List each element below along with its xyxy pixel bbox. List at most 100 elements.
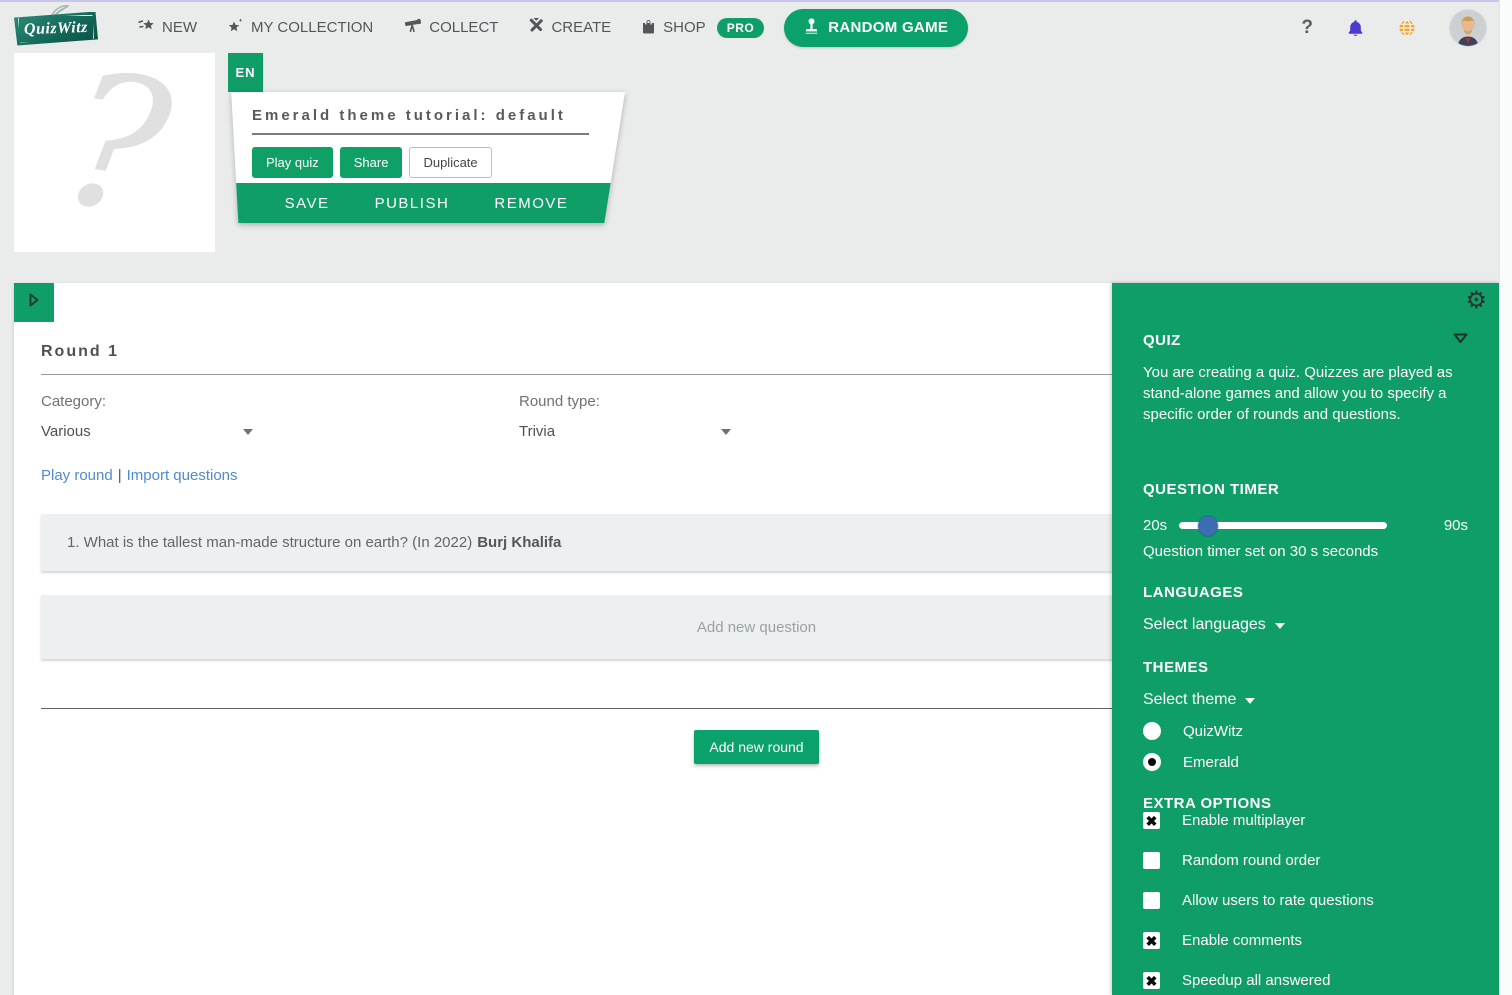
theme-option-emerald[interactable]: Emerald xyxy=(1143,753,1468,771)
checkbox[interactable] xyxy=(1143,812,1160,829)
timer-slider-thumb[interactable] xyxy=(1198,516,1218,536)
category-value: Various xyxy=(41,423,91,440)
timer-status-text: Question timer set on 30 s seconds xyxy=(1143,543,1468,560)
radio-button[interactable] xyxy=(1143,753,1161,771)
remove-button[interactable]: REMOVE xyxy=(494,195,568,212)
option-label: Speedup all answered xyxy=(1182,972,1330,989)
help-icon[interactable]: ? xyxy=(1301,17,1313,39)
pro-badge[interactable]: PRO xyxy=(717,18,765,38)
option-speedup-all-answered[interactable]: Speedup all answered xyxy=(1143,972,1468,989)
question-text: 1. What is the tallest man-made structur… xyxy=(67,534,472,551)
nav-items: NEW MY COLLECTION COLLECT CREATE SHOP xyxy=(138,18,764,38)
add-new-question-label: Add new question xyxy=(697,619,816,636)
shooting-star-icon xyxy=(138,18,155,37)
round-type-field: Round type: Trivia xyxy=(519,393,997,440)
shopping-bag-icon xyxy=(641,18,656,38)
random-game-label: RANDOM GAME xyxy=(828,19,948,36)
duplicate-button[interactable]: Duplicate xyxy=(409,147,491,178)
nav-item-my-collection[interactable]: MY COLLECTION xyxy=(227,18,373,37)
timer-slider-track[interactable] xyxy=(1179,522,1387,529)
crossed-tools-icon xyxy=(528,18,544,37)
checkbox[interactable] xyxy=(1143,892,1160,909)
category-select[interactable]: Various xyxy=(41,423,253,440)
checkbox[interactable] xyxy=(1143,852,1160,869)
chevron-down-icon xyxy=(1275,623,1285,629)
quiz-section-title: QUIZ xyxy=(1143,332,1181,349)
expand-panel-tab[interactable] xyxy=(14,283,54,322)
theme-option-quizwitz[interactable]: QuizWitz xyxy=(1143,722,1468,740)
theme-option-label: Emerald xyxy=(1183,754,1239,771)
play-quiz-button[interactable]: Play quiz xyxy=(252,147,333,178)
option-allow-rating[interactable]: Allow users to rate questions xyxy=(1143,892,1468,909)
quiz-action-bar: SAVE PUBLISH REMOVE xyxy=(228,183,625,223)
nav-item-create[interactable]: CREATE xyxy=(528,18,611,37)
save-button[interactable]: SAVE xyxy=(285,195,330,212)
quiz-cover-placeholder[interactable]: ? xyxy=(14,53,215,252)
star-sparkle-icon xyxy=(227,18,244,37)
language-tab-en[interactable]: EN xyxy=(228,53,263,92)
languages-title: LANGUAGES xyxy=(1143,584,1468,601)
nav-item-label: COLLECT xyxy=(429,19,498,36)
share-button[interactable]: Share xyxy=(340,147,403,178)
telescope-icon xyxy=(403,18,422,37)
option-enable-comments[interactable]: Enable comments xyxy=(1143,932,1468,949)
quiz-title: Emerald theme tutorial: default xyxy=(252,107,595,124)
round-type-label: Round type: xyxy=(519,393,997,410)
import-questions-link[interactable]: Import questions xyxy=(127,467,238,484)
round-type-value: Trivia xyxy=(519,423,555,440)
joystick-icon xyxy=(804,18,819,38)
link-separator: | xyxy=(118,467,122,484)
collapse-triangle-icon[interactable] xyxy=(1453,331,1468,349)
quiz-section-description: You are creating a quiz. Quizzes are pla… xyxy=(1143,362,1468,425)
option-random-round-order[interactable]: Random round order xyxy=(1143,852,1468,869)
add-new-round-button[interactable]: Add new round xyxy=(694,730,818,764)
notifications-bell-icon[interactable] xyxy=(1347,19,1364,37)
publish-button[interactable]: PUBLISH xyxy=(375,195,450,212)
nav-right: ? xyxy=(1301,10,1486,46)
theme-option-label: QuizWitz xyxy=(1183,723,1243,740)
gear-icon[interactable]: ⚙ xyxy=(1465,289,1487,313)
nav-item-label: CREATE xyxy=(551,19,611,36)
extra-options-title: EXTRA OPTIONS xyxy=(1143,795,1468,812)
select-theme-dropdown[interactable]: Select theme xyxy=(1143,691,1255,709)
radio-button[interactable] xyxy=(1143,722,1161,740)
select-theme-label: Select theme xyxy=(1143,691,1236,709)
checkbox[interactable] xyxy=(1143,932,1160,949)
option-label: Enable comments xyxy=(1182,932,1302,949)
timer-max-label: 90s xyxy=(1444,517,1468,534)
category-field: Category: Various xyxy=(41,393,519,440)
question-timer-slider-row: 20s 90s xyxy=(1143,517,1468,534)
themes-title: THEMES xyxy=(1143,659,1468,676)
nav-item-label: SHOP xyxy=(663,19,706,36)
nav-item-label: MY COLLECTION xyxy=(251,19,373,36)
random-game-button[interactable]: RANDOM GAME xyxy=(784,9,968,47)
quiz-title-panel-wrap: Emerald theme tutorial: default Play qui… xyxy=(228,92,625,223)
option-label: Enable multiplayer xyxy=(1182,812,1305,829)
user-avatar[interactable] xyxy=(1450,10,1486,46)
select-languages-dropdown[interactable]: Select languages xyxy=(1143,616,1285,634)
round-type-select[interactable]: Trivia xyxy=(519,423,731,440)
category-label: Category: xyxy=(41,393,519,410)
language-globe-icon[interactable] xyxy=(1398,19,1416,37)
option-enable-multiplayer[interactable]: Enable multiplayer xyxy=(1143,812,1468,829)
top-nav: QuizWitz NEW MY COLLECTION COLLECT CR xyxy=(0,2,1512,53)
quizwitz-logo[interactable]: QuizWitz xyxy=(14,8,98,48)
quiz-settings-sidebar: ⚙ QUIZ You are creating a quiz. Quizzes … xyxy=(1112,283,1499,995)
quiz-section-header: QUIZ xyxy=(1143,331,1468,349)
scrollbar-track[interactable] xyxy=(1499,0,1512,995)
play-round-link[interactable]: Play round xyxy=(41,467,113,484)
logo-banner: QuizWitz xyxy=(14,12,98,46)
chevron-down-icon xyxy=(721,429,731,435)
quiz-title-panel: Emerald theme tutorial: default Play qui… xyxy=(228,92,625,223)
nav-item-collect[interactable]: COLLECT xyxy=(403,18,498,37)
nav-item-shop[interactable]: SHOP PRO xyxy=(641,18,764,38)
checkbox[interactable] xyxy=(1143,972,1160,989)
timer-min-label: 20s xyxy=(1143,517,1167,534)
option-label: Random round order xyxy=(1182,852,1320,869)
chevron-down-icon xyxy=(1245,698,1255,704)
nav-item-new[interactable]: NEW xyxy=(138,18,197,37)
quiz-button-row: Play quiz Share Duplicate xyxy=(252,147,595,178)
chevron-down-icon xyxy=(243,429,253,435)
option-label: Allow users to rate questions xyxy=(1182,892,1374,909)
question-timer-title: QUESTION TIMER xyxy=(1143,481,1468,498)
